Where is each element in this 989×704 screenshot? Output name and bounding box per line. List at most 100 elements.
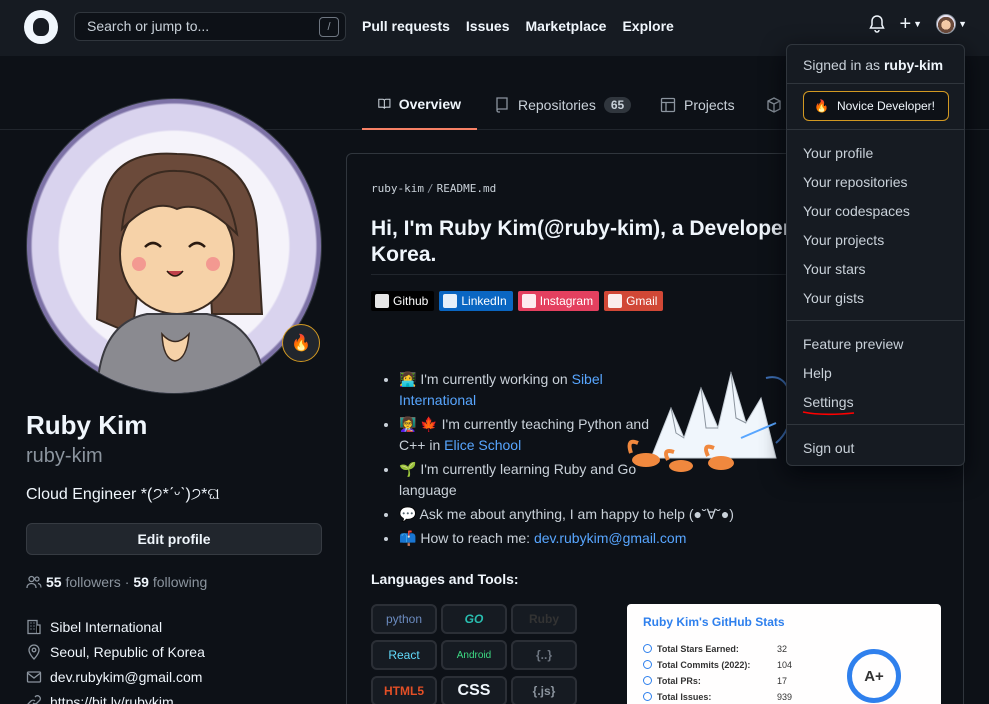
javascript-logo: {.js} <box>511 676 577 704</box>
github-badge[interactable]: Github <box>371 291 435 311</box>
instagram-badge[interactable]: Instagram <box>517 291 600 311</box>
fire-icon: 🔥 <box>814 99 829 113</box>
badge-label: LinkedIn <box>461 294 507 308</box>
instagram-icon <box>521 294 536 308</box>
profile-username: ruby-kim <box>26 445 103 467</box>
stats-value: 17 <box>777 676 788 686</box>
gmail-badge[interactable]: Gmail <box>604 291 664 311</box>
menu-settings[interactable]: Settings <box>803 394 854 410</box>
ruby-logo: Ruby <box>511 604 577 634</box>
location-item: Seoul, Republic of Korea <box>26 639 205 664</box>
readme-user-link[interactable]: ruby-kim <box>371 182 424 195</box>
linkedin-badge[interactable]: LinkedIn <box>439 291 513 311</box>
emoji: 👩‍🏫 🍁 <box>399 416 438 432</box>
list-text: How to reach me: <box>416 530 534 546</box>
following-link[interactable]: 59 following <box>133 574 207 590</box>
menu-your-gists[interactable]: Your gists <box>803 290 864 306</box>
list-item: 🌱 I'm currently learning Ruby and Go lan… <box>399 459 649 501</box>
issue-icon <box>643 692 652 701</box>
badge-label: Instagram <box>539 294 594 308</box>
stats-label: Total PRs: <box>657 676 701 686</box>
mountain-illustration <box>627 371 793 472</box>
menu-your-projects[interactable]: Your projects <box>803 232 884 248</box>
emoji: 💬 <box>399 506 417 522</box>
stats-row: Total Stars Earned: 32 <box>643 644 787 654</box>
html5-logo: HTML5 <box>371 676 437 704</box>
set-status-button[interactable]: 🔥 Novice Developer! <box>803 91 949 121</box>
search-input[interactable] <box>87 18 307 34</box>
nav-pull-requests[interactable]: Pull requests <box>362 18 450 34</box>
avatar-illustration <box>95 152 268 393</box>
list-item: 👩‍💻 I'm currently working on Sibel Inter… <box>399 369 649 411</box>
tab-repositories[interactable]: Repositories 65 <box>478 80 647 130</box>
building-icon <box>27 619 41 634</box>
menu-feature-preview[interactable]: Feature preview <box>803 336 903 352</box>
list-text: Ask me about anything, I am happy to hel… <box>416 506 734 522</box>
follow-stats: 55 followers · 59 following <box>26 574 207 590</box>
tab-projects[interactable]: Projects <box>644 80 751 130</box>
people-icon <box>26 575 42 589</box>
stats-grade-ring: A+ <box>847 649 901 703</box>
menu-divider <box>787 129 964 130</box>
email-item: dev.rubykim@gmail.com <box>26 664 205 689</box>
menu-your-codespaces[interactable]: Your codespaces <box>803 203 910 219</box>
bell-icon[interactable] <box>869 15 886 33</box>
react-logo: React <box>371 640 437 670</box>
nav-explore[interactable]: Explore <box>622 18 673 34</box>
search-box[interactable]: / <box>74 12 346 41</box>
followers-label: followers <box>65 574 121 590</box>
mail-icon <box>26 670 42 683</box>
go-logo: GO <box>441 604 507 634</box>
user-menu-button[interactable]: ▼ <box>936 14 967 34</box>
github-icon <box>375 294 389 308</box>
github-stats-card: Ruby Kim's GitHub Stats Total Stars Earn… <box>627 604 941 704</box>
list-item: 👩‍🏫 🍁 I'm currently teaching Python and … <box>399 414 649 456</box>
star-icon <box>643 644 652 653</box>
stats-grade: A+ <box>864 667 884 685</box>
email-link[interactable]: dev.rubykim@gmail.com <box>534 530 686 546</box>
tab-overview[interactable]: Overview <box>362 80 477 130</box>
menu-your-stars[interactable]: Your stars <box>803 261 866 277</box>
github-logo-icon[interactable] <box>24 10 58 44</box>
stats-row: Total Issues: 939 <box>643 692 792 702</box>
email-link[interactable]: dev.rubykim@gmail.com <box>50 669 202 685</box>
profile-details: Sibel International Seoul, Republic of K… <box>26 614 205 704</box>
gmail-icon <box>608 294 623 308</box>
menu-sign-out[interactable]: Sign out <box>803 440 854 456</box>
plus-icon: + <box>899 13 912 35</box>
location-pin-icon <box>28 643 40 660</box>
stats-label: Total Stars Earned: <box>657 644 739 654</box>
menu-help[interactable]: Help <box>803 365 832 381</box>
signed-in-user: ruby-kim <box>883 57 944 73</box>
website-link[interactable]: https://bit.ly/rubykim <box>50 694 174 704</box>
user-dropdown-menu: Signed in as ruby-kim 🔥 Novice Developer… <box>786 44 965 466</box>
link-icon <box>27 694 41 704</box>
following-label: following <box>152 574 208 590</box>
organization-item: Sibel International <box>26 614 205 639</box>
readme-heading: Hi, I'm Ruby Kim(@ruby-kim), a Developer… <box>371 216 791 275</box>
header-actions: + ▼ ▼ <box>869 14 967 34</box>
edit-profile-button[interactable]: Edit profile <box>26 523 322 555</box>
emoji: 📫 <box>399 530 417 546</box>
stats-value: 104 <box>777 660 793 670</box>
readme-file-link[interactable]: README.md <box>437 182 497 195</box>
signed-in-label: Signed in as ruby-kim <box>803 57 943 73</box>
css-logo: CSS <box>441 676 507 704</box>
menu-your-repositories[interactable]: Your repositories <box>803 174 908 190</box>
stats-value: 939 <box>777 692 793 702</box>
stats-row: Total Commits (2022): 104 <box>643 660 792 670</box>
nav-issues[interactable]: Issues <box>466 18 510 34</box>
slash-shortcut-key: / <box>319 17 339 37</box>
social-badges: Github LinkedIn Instagram Gmail <box>371 291 664 311</box>
menu-your-profile[interactable]: Your profile <box>803 145 873 161</box>
menu-divider <box>787 424 964 425</box>
status-emoji-button[interactable]: 🔥 <box>282 324 320 362</box>
badge-label: Gmail <box>626 294 658 308</box>
nav-marketplace[interactable]: Marketplace <box>526 18 607 34</box>
profile-avatar[interactable] <box>26 98 322 394</box>
readme-breadcrumb: ruby-kim / README.md <box>371 182 496 195</box>
elice-link[interactable]: Elice School <box>444 437 521 453</box>
followers-link[interactable]: 55 followers <box>46 574 121 590</box>
create-new-button[interactable]: + ▼ <box>899 13 922 35</box>
repo-icon <box>496 97 508 113</box>
